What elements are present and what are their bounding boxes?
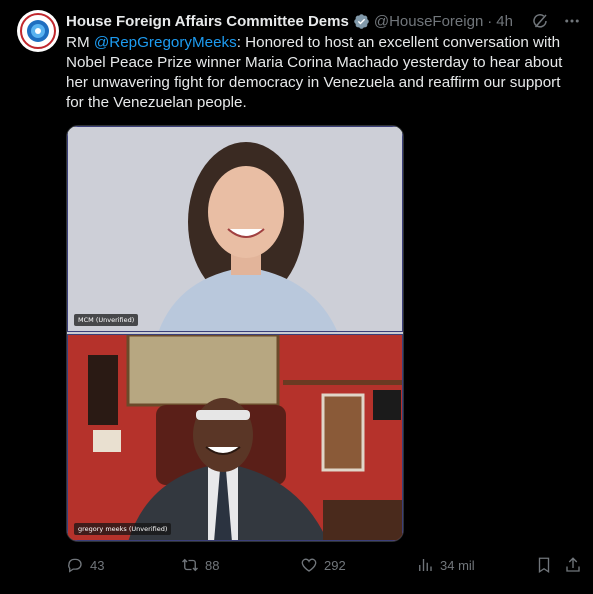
reply-button[interactable]: 43 (66, 556, 104, 574)
repost-icon (182, 558, 198, 572)
bookmark-button[interactable] (535, 556, 553, 574)
reply-count: 43 (90, 557, 105, 573)
avatar[interactable] (17, 10, 59, 52)
share-icon (566, 557, 580, 572)
participant-label-top: MCM (Unverified) (74, 314, 139, 326)
timestamp[interactable]: 4h (496, 13, 513, 30)
verified-badge-icon (354, 13, 369, 29)
bookmark-icon (538, 557, 550, 574)
video-panel-top: MCM (Unverified) (67, 126, 403, 332)
more-options-icon[interactable] (563, 12, 581, 30)
display-name[interactable]: House Foreign Affairs Committee Dems (66, 13, 349, 30)
share-button[interactable] (564, 556, 582, 574)
reply-icon (68, 558, 82, 573)
mention-link[interactable]: @RepGregoryMeeks (94, 34, 237, 51)
tweet-header: House Foreign Affairs Committee Dems @Ho… (66, 11, 581, 31)
analytics-icon (419, 559, 432, 571)
action-bar: 43 88 292 34 mil (66, 556, 586, 578)
committee-seal-icon (18, 11, 58, 51)
views-button[interactable]: 34 mil (416, 556, 475, 574)
handle[interactable]: @HouseForeign (374, 13, 483, 30)
participant-photo-man (68, 335, 402, 540)
heart-icon (301, 558, 317, 572)
media-image[interactable]: MCM (Unverified) gregory meeks (Unverifi… (66, 125, 404, 542)
separator-dot: · (487, 12, 493, 30)
like-button[interactable]: 292 (300, 556, 346, 574)
repost-button[interactable]: 88 (181, 556, 219, 574)
tweet-prefix: RM (66, 34, 94, 51)
views-count: 34 mil (440, 557, 475, 573)
participant-photo-woman (68, 127, 402, 331)
repost-count: 88 (205, 557, 220, 573)
grok-icon[interactable] (531, 12, 549, 30)
tweet-text: RM @RepGregoryMeeks: Honored to host an … (66, 33, 578, 113)
like-count: 292 (324, 557, 346, 573)
participant-label-bottom: gregory meeks (Unverified) (74, 523, 172, 535)
video-panel-bottom: gregory meeks (Unverified) (67, 334, 403, 541)
